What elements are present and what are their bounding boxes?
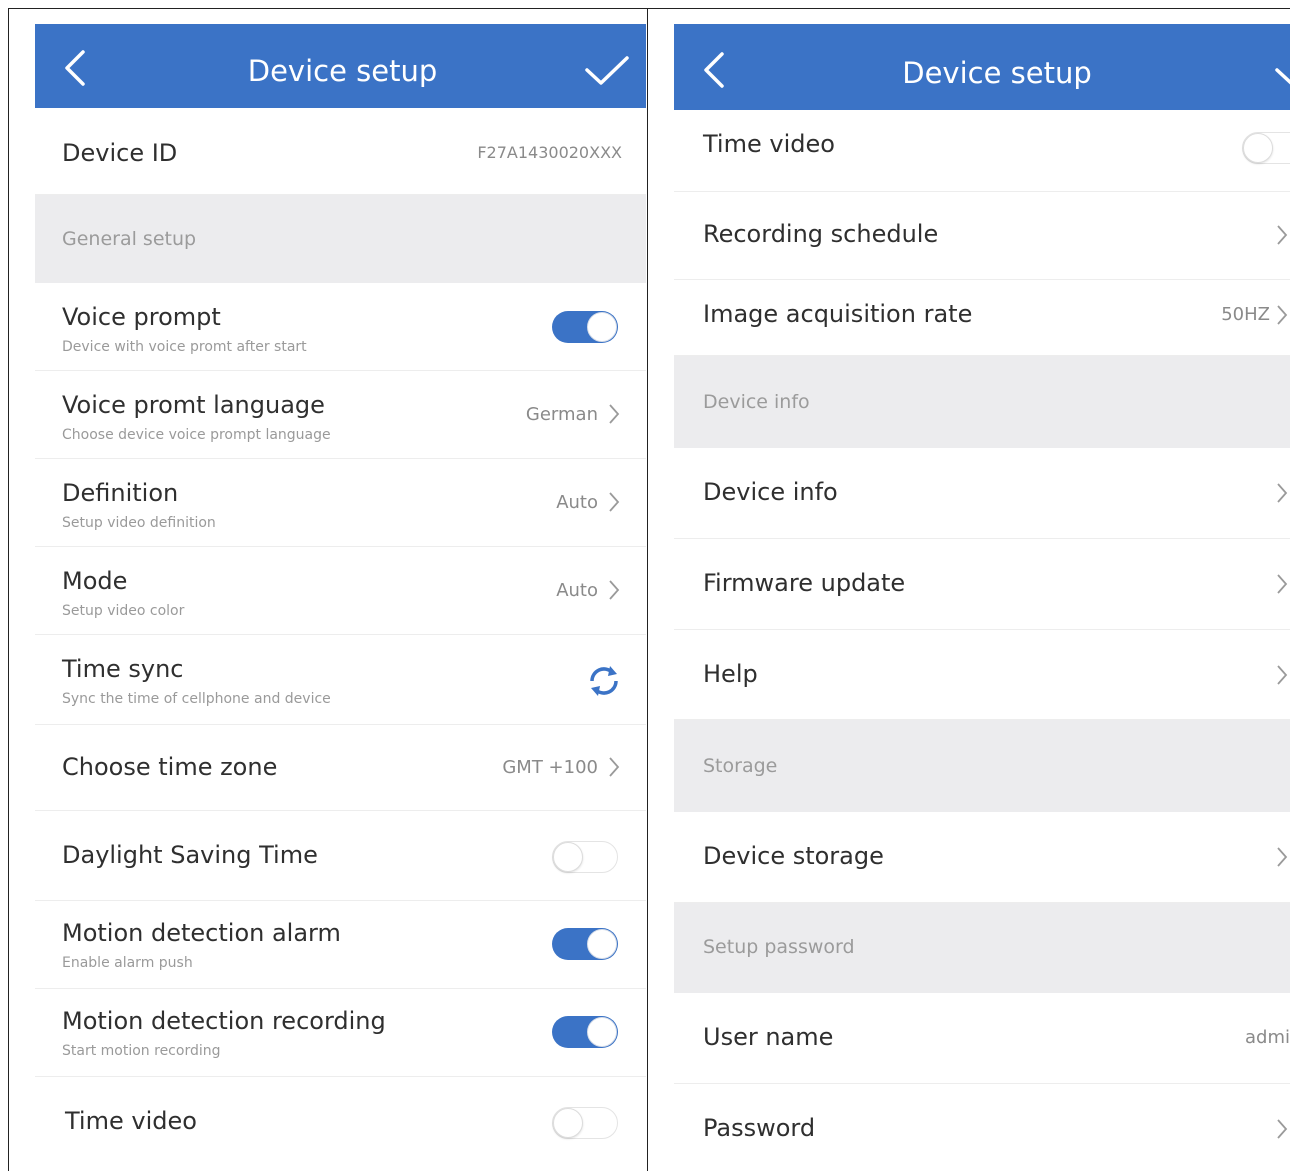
toggle-knob: [553, 842, 583, 872]
firmware-update-row[interactable]: Firmware update: [674, 539, 1290, 630]
row-value: Auto: [556, 492, 598, 513]
time-video-row[interactable]: Time video: [674, 110, 1290, 192]
motion-alarm-row[interactable]: Motion detection alarm Enable alarm push: [35, 901, 646, 989]
device-storage-row[interactable]: Device storage: [674, 812, 1290, 903]
row-label: Time video: [703, 130, 835, 158]
row-label: Time video: [65, 1107, 197, 1135]
section-storage: Storage: [674, 720, 1290, 812]
app-header: Device setup: [674, 24, 1290, 110]
row-label: Image acquisition rate: [703, 300, 973, 328]
voice-language-row[interactable]: Voice promt language Choose device voice…: [35, 371, 646, 459]
section-title: Setup password: [703, 936, 855, 958]
section-title: Storage: [703, 755, 778, 777]
row-label: Password: [703, 1114, 816, 1142]
row-label: User name: [703, 1023, 834, 1051]
device-info-row[interactable]: Device info: [674, 448, 1290, 539]
chevron-right-icon: [1277, 483, 1288, 503]
user-name-row[interactable]: User name admi: [674, 993, 1290, 1084]
recording-schedule-row[interactable]: Recording schedule: [674, 192, 1290, 280]
password-row[interactable]: Password: [674, 1084, 1290, 1171]
chevron-right-icon: [1277, 574, 1288, 594]
chevron-right-icon: [1277, 665, 1288, 685]
help-row[interactable]: Help: [674, 630, 1290, 720]
device-id-label: Device ID: [62, 139, 178, 167]
voice-prompt-toggle[interactable]: [552, 311, 618, 343]
row-subtitle: Sync the time of cellphone and device: [62, 691, 331, 707]
time-video-toggle[interactable]: [1242, 132, 1290, 164]
row-label: Recording schedule: [703, 220, 939, 248]
time-video-row[interactable]: Time video: [35, 1077, 646, 1167]
time-sync-row[interactable]: Time sync Sync the time of cellphone and…: [35, 635, 646, 725]
row-value: Auto: [556, 580, 598, 601]
row-label: Motion detection recording: [62, 1007, 386, 1035]
row-label: Voice promt language: [62, 391, 325, 419]
image-rate-row[interactable]: Image acquisition rate 50HZ: [674, 280, 1290, 356]
app-header: Device setup: [35, 24, 646, 108]
row-value: 50HZ: [1221, 304, 1270, 325]
row-value: GMT +100: [502, 757, 598, 778]
row-subtitle: Device with voice promt after start: [62, 339, 307, 355]
chevron-right-icon: [1277, 1119, 1288, 1139]
dst-row[interactable]: Daylight Saving Time: [35, 811, 646, 901]
row-label: Definition: [62, 479, 179, 507]
time-video-toggle[interactable]: [552, 1107, 618, 1139]
row-subtitle: Choose device voice prompt language: [62, 427, 331, 443]
row-label: Mode: [62, 567, 128, 595]
chevron-right-icon: [609, 492, 620, 512]
toggle-knob: [587, 1017, 617, 1047]
device-id-value: F27A1430020XXX: [477, 143, 622, 162]
chevron-right-icon: [1277, 225, 1288, 245]
row-label: Firmware update: [703, 569, 906, 597]
row-value: admi: [1245, 1027, 1290, 1048]
section-title: Device info: [703, 391, 810, 413]
settings-screen-right: Device setup Time video Recording schedu…: [674, 24, 1290, 1171]
toggle-knob: [553, 1108, 583, 1138]
chevron-right-icon: [609, 757, 620, 777]
chevron-right-icon: [1277, 305, 1288, 325]
row-label: Help: [703, 660, 758, 688]
row-value: German: [525, 404, 598, 425]
section-general-setup: General setup: [35, 195, 646, 283]
row-subtitle: Enable alarm push: [62, 955, 193, 971]
dst-toggle[interactable]: [552, 841, 618, 873]
definition-row[interactable]: Definition Setup video definition Auto: [35, 459, 646, 547]
section-setup-password: Setup password: [674, 903, 1290, 993]
motion-alarm-toggle[interactable]: [552, 928, 618, 960]
row-label: Device info: [703, 478, 838, 506]
device-id-row: Device ID F27A1430020XXX: [35, 108, 646, 195]
toggle-knob: [1243, 133, 1273, 163]
checkmark-icon[interactable]: [1274, 54, 1290, 88]
panel-divider: [647, 8, 648, 1171]
toggle-knob: [587, 929, 617, 959]
section-title: General setup: [62, 228, 197, 250]
sync-icon[interactable]: [586, 663, 622, 699]
row-label: Device storage: [703, 842, 884, 870]
row-label: Motion detection alarm: [62, 919, 341, 947]
time-zone-row[interactable]: Choose time zone GMT +100: [35, 725, 646, 811]
chevron-right-icon: [1277, 847, 1288, 867]
row-label: Daylight Saving Time: [62, 841, 318, 869]
row-label: Voice prompt: [62, 303, 221, 331]
row-subtitle: Setup video definition: [62, 515, 216, 531]
section-device-info: Device info: [674, 356, 1290, 448]
row-label: Time sync: [62, 655, 184, 683]
motion-recording-toggle[interactable]: [552, 1016, 618, 1048]
mode-row[interactable]: Mode Setup video color Auto: [35, 547, 646, 635]
voice-prompt-row[interactable]: Voice prompt Device with voice promt aft…: [35, 283, 646, 371]
settings-screen-left: Device setup Device ID F27A1430020XXX Ge…: [35, 24, 646, 1171]
page-title: Device setup: [247, 54, 438, 88]
row-subtitle: Start motion recording: [62, 1043, 221, 1059]
motion-recording-row[interactable]: Motion detection recording Start motion …: [35, 989, 646, 1077]
chevron-right-icon: [609, 580, 620, 600]
page-title: Device setup: [902, 56, 1092, 90]
toggle-knob: [587, 312, 617, 342]
row-label: Choose time zone: [62, 753, 278, 781]
chevron-right-icon: [609, 404, 620, 424]
checkmark-icon[interactable]: [584, 54, 630, 88]
row-subtitle: Setup video color: [62, 603, 185, 619]
